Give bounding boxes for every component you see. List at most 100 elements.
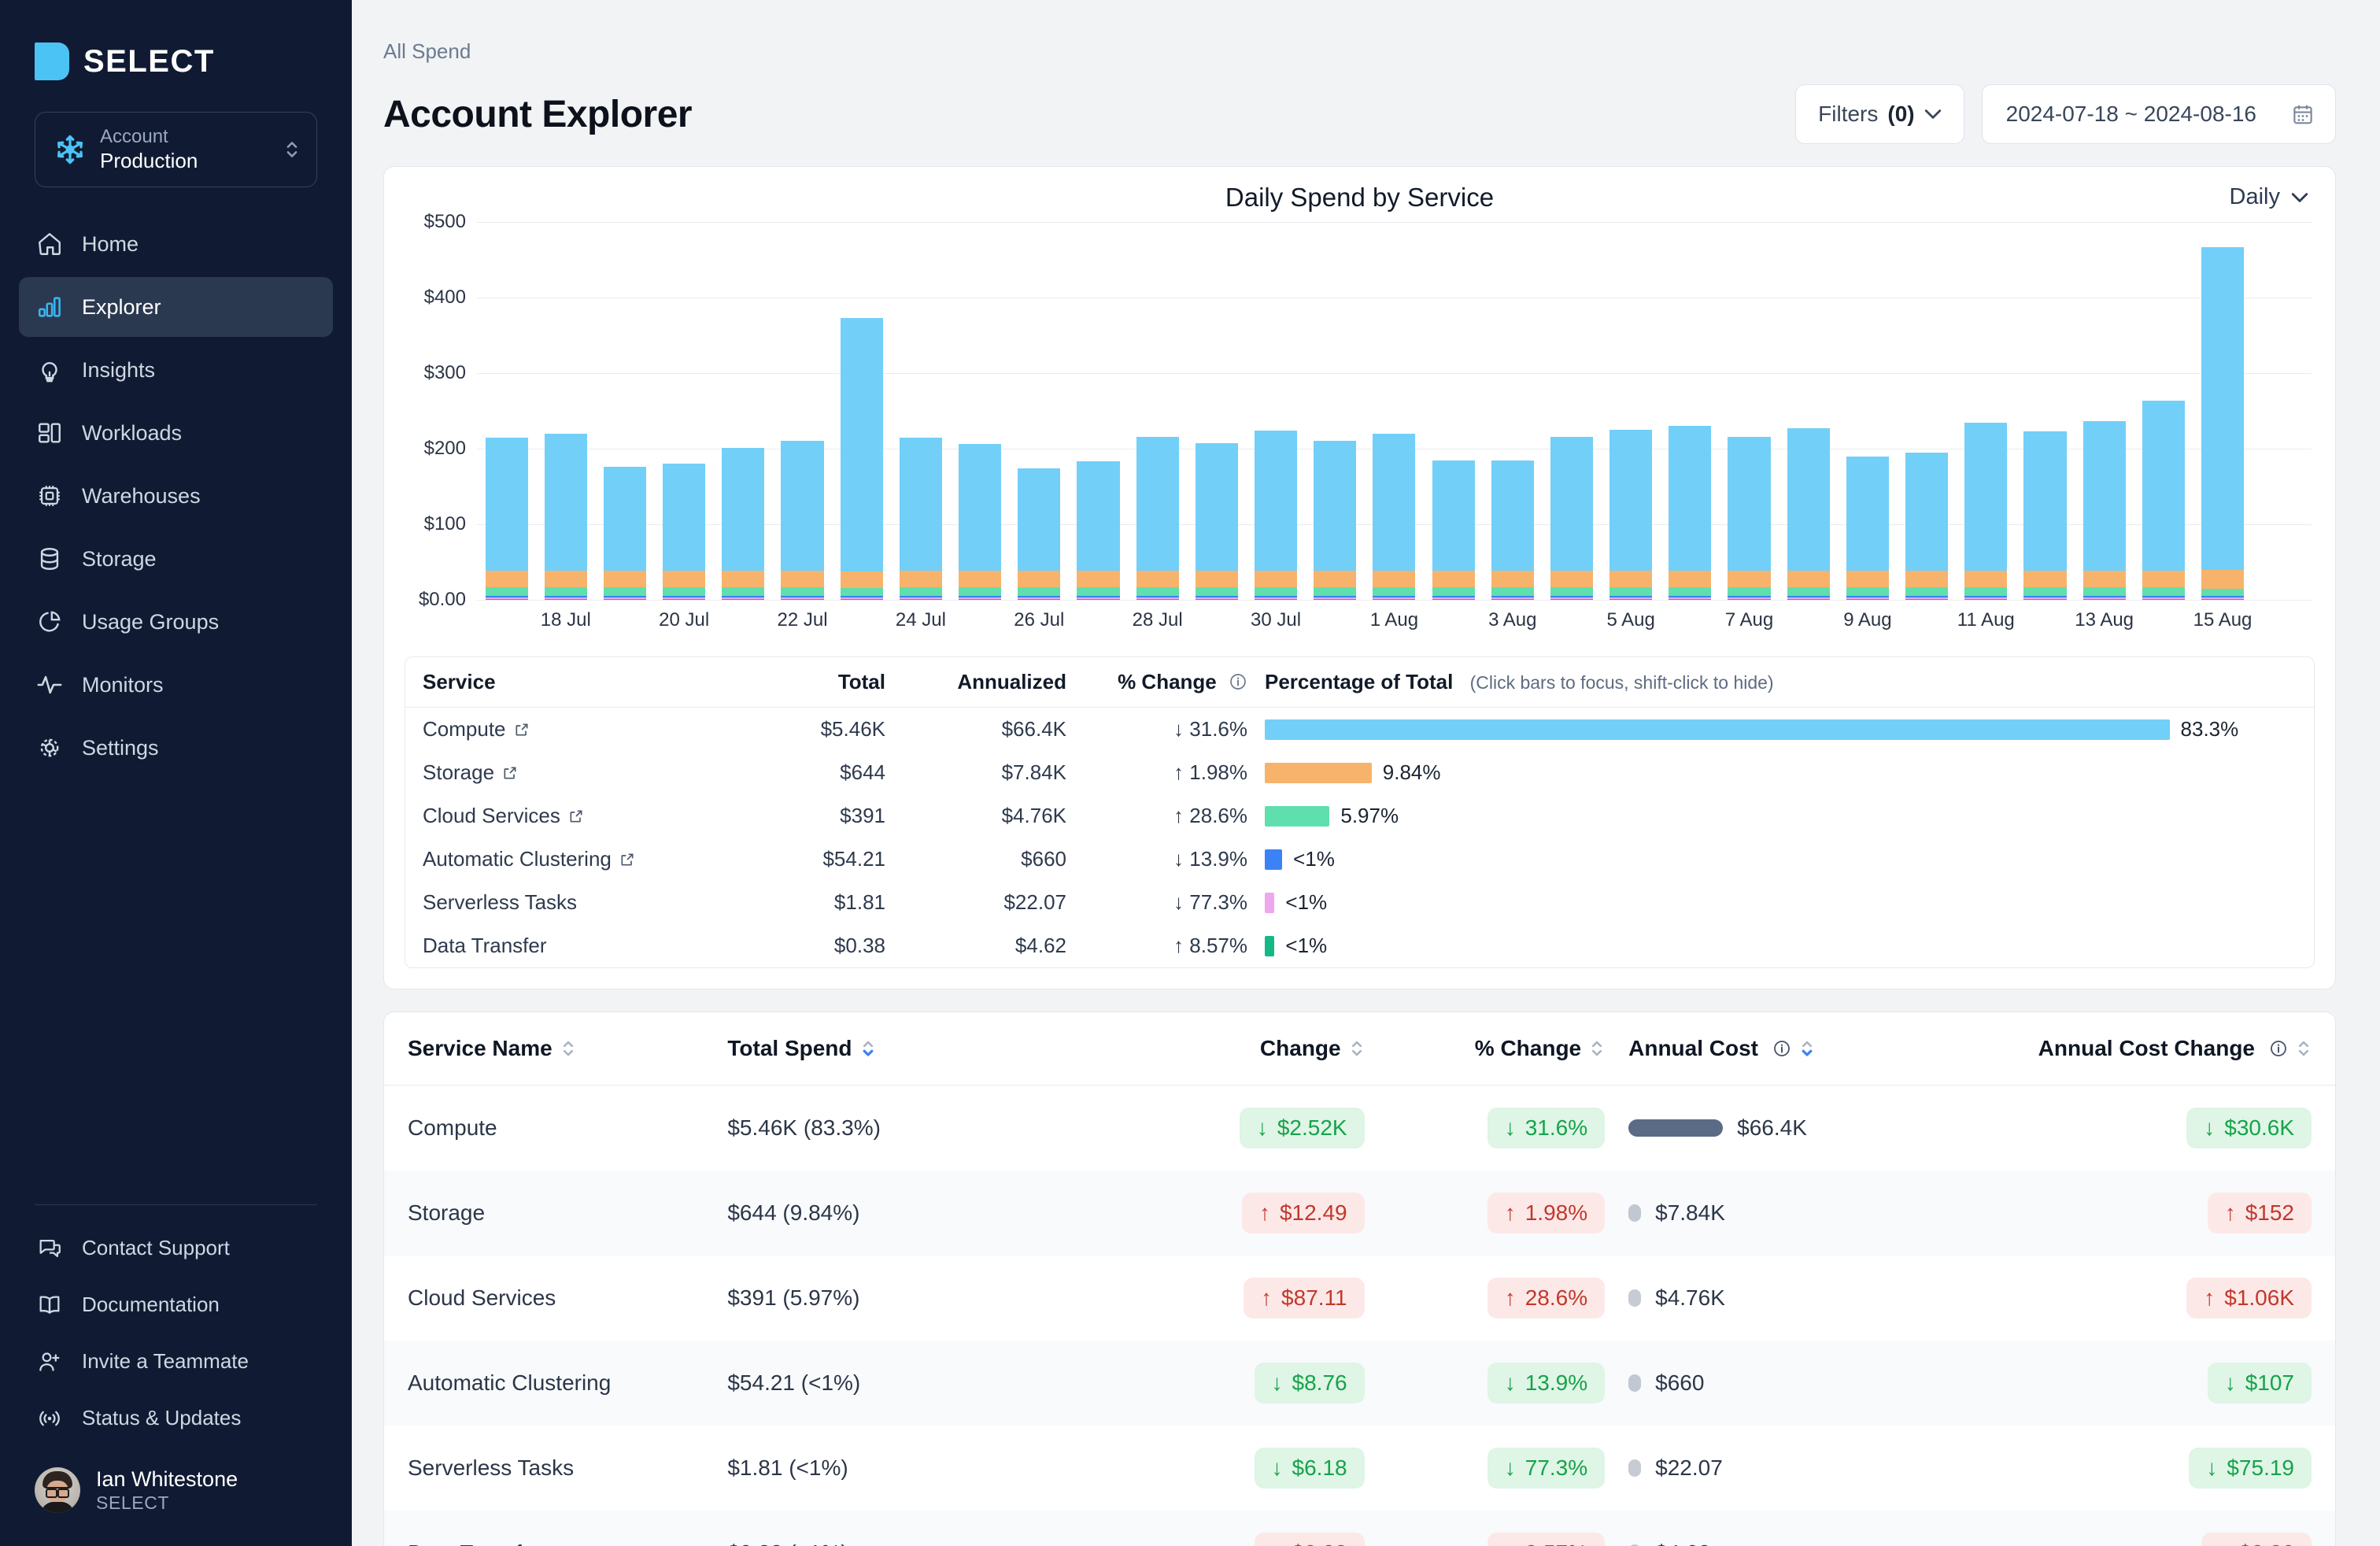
legend-service[interactable]: Cloud Services <box>405 794 720 838</box>
bar-segment-cloud-services[interactable] <box>1314 586 1357 597</box>
bar-segment-cloud-services[interactable] <box>1018 586 1061 597</box>
legend-row[interactable]: Cloud Services $391 $4.76K ↑ 28.6% 5.97% <box>405 794 2314 838</box>
percentage-bar[interactable] <box>1265 805 1330 827</box>
percentage-bar[interactable] <box>1265 762 1372 783</box>
chart-bar[interactable] <box>595 222 654 600</box>
bar-segment-compute[interactable] <box>781 441 824 571</box>
bar-segment-data-transfer[interactable] <box>2201 598 2245 600</box>
bar-segment-cloud-services[interactable] <box>840 587 883 597</box>
bar-segment-data-transfer[interactable] <box>1136 598 1179 600</box>
bar-segment-storage[interactable] <box>1609 571 1653 587</box>
external-link-icon[interactable] <box>619 852 635 867</box>
chart-bar[interactable] <box>2193 222 2252 600</box>
bar-segment-data-transfer[interactable] <box>663 598 706 600</box>
bar-segment-data-transfer[interactable] <box>1846 598 1889 600</box>
sidebar-item-insights[interactable]: Insights <box>19 340 333 400</box>
info-icon[interactable] <box>2269 1039 2288 1058</box>
chart-bar[interactable] <box>2252 222 2312 600</box>
chart-bar[interactable] <box>1957 222 2016 600</box>
bar-segment-compute[interactable] <box>485 437 528 571</box>
chart-bar[interactable] <box>1542 222 1601 600</box>
legend-service[interactable]: Data Transfer <box>405 924 720 967</box>
bar-segment-data-transfer[interactable] <box>781 598 824 600</box>
bar-segment-cloud-services[interactable] <box>1846 586 1889 597</box>
bar-segment-data-transfer[interactable] <box>603 598 647 600</box>
sidebar-item-home[interactable]: Home <box>19 214 333 274</box>
sidebar-item-warehouses[interactable]: Warehouses <box>19 466 333 526</box>
chart-bar[interactable] <box>1424 222 1483 600</box>
bar-segment-compute[interactable] <box>1136 436 1179 571</box>
chart-bar[interactable] <box>1246 222 1305 600</box>
bar-segment-storage[interactable] <box>840 571 883 588</box>
bar-segment-compute[interactable] <box>1018 468 1061 571</box>
legend-service[interactable]: Automatic Clustering <box>405 838 720 881</box>
bar-segment-storage[interactable] <box>544 571 587 587</box>
bar-segment-cloud-services[interactable] <box>1550 586 1594 597</box>
bar-segment-data-transfer[interactable] <box>1432 598 1475 600</box>
chart-bar[interactable] <box>891 222 950 600</box>
sidebar-item-documentation[interactable]: Documentation <box>19 1279 333 1331</box>
bar-segment-compute[interactable] <box>2201 246 2245 571</box>
bar-segment-compute[interactable] <box>959 444 1002 571</box>
percentage-bar[interactable] <box>1265 849 1283 870</box>
bar-segment-storage[interactable] <box>899 571 942 587</box>
bar-segment-cloud-services[interactable] <box>663 586 706 597</box>
bar-segment-storage[interactable] <box>603 571 647 587</box>
bar-segment-compute[interactable] <box>840 317 883 572</box>
bar-segment-storage[interactable] <box>1018 571 1061 587</box>
bar-segment-compute[interactable] <box>2023 431 2067 571</box>
bar-segment-compute[interactable] <box>1432 460 1475 571</box>
user-profile[interactable]: Ian Whitestone SELECT <box>0 1452 352 1546</box>
chart-bar[interactable] <box>1661 222 1720 600</box>
bar-segment-data-transfer[interactable] <box>1254 598 1298 600</box>
bar-segment-cloud-services[interactable] <box>544 586 587 597</box>
legend-service[interactable]: Compute <box>405 708 720 752</box>
bar-segment-cloud-services[interactable] <box>1195 586 1238 597</box>
bar-segment-cloud-services[interactable] <box>1254 586 1298 597</box>
bar-segment-storage[interactable] <box>1432 571 1475 587</box>
bar-segment-compute[interactable] <box>1964 423 2008 571</box>
bar-segment-cloud-services[interactable] <box>2201 588 2245 597</box>
bar-segment-storage[interactable] <box>1254 571 1298 587</box>
sidebar-item-explorer[interactable]: Explorer <box>19 277 333 337</box>
legend-row[interactable]: Storage $644 $7.84K ↑ 1.98% 9.84% <box>405 751 2314 794</box>
bar-segment-compute[interactable] <box>899 437 942 571</box>
chart-bar[interactable] <box>2075 222 2134 600</box>
bar-segment-data-transfer[interactable] <box>1609 598 1653 600</box>
bar-segment-storage[interactable] <box>1905 571 1949 587</box>
col-annual-cost-change[interactable]: Annual Cost Change <box>2038 1012 2335 1086</box>
chart-bar[interactable] <box>773 222 832 600</box>
sidebar-item-invite-teammate[interactable]: Invite a Teammate <box>19 1336 333 1388</box>
bar-segment-cloud-services[interactable] <box>2082 586 2126 597</box>
legend-percentage[interactable]: 9.84% <box>1247 751 2314 794</box>
bar-segment-storage[interactable] <box>1846 571 1889 587</box>
table-row[interactable]: Serverless Tasks $1.81 (<1%) ↓ $6.18 ↓ 77.3% $… <box>384 1426 2335 1511</box>
legend-row[interactable]: Serverless Tasks $1.81 $22.07 ↓ 77.3% <1% <box>405 881 2314 924</box>
table-row[interactable]: Storage $644 (9.84%) ↑ $12.49 ↑ 1.98% $7.84K ↑ $… <box>384 1171 2335 1256</box>
chart-bar[interactable] <box>1069 222 1128 600</box>
bar-segment-data-transfer[interactable] <box>544 598 587 600</box>
chart-plot[interactable] <box>477 222 2312 601</box>
sidebar-item-monitors[interactable]: Monitors <box>19 655 333 715</box>
bar-segment-storage[interactable] <box>1077 571 1120 587</box>
bar-segment-compute[interactable] <box>663 464 706 571</box>
legend-service[interactable]: Serverless Tasks <box>405 881 720 924</box>
bar-segment-data-transfer[interactable] <box>1787 598 1830 600</box>
percentage-bar[interactable] <box>1265 892 1275 913</box>
breadcrumb[interactable]: All Spend <box>383 0 471 64</box>
bar-segment-compute[interactable] <box>1491 460 1534 571</box>
bar-segment-data-transfer[interactable] <box>1195 598 1238 600</box>
percentage-bar[interactable] <box>1265 719 2170 740</box>
table-row[interactable]: Data Transfer$0.38 (<1%) ↑$0.03 ↑8.57% $4.6… <box>384 1511 2335 1546</box>
bar-segment-storage[interactable] <box>485 571 528 587</box>
bar-segment-cloud-services[interactable] <box>485 586 528 597</box>
bar-segment-cloud-services[interactable] <box>2023 586 2067 597</box>
bar-segment-compute[interactable] <box>1254 430 1298 571</box>
col-annual-cost[interactable]: Annual Cost <box>1605 1012 2038 1086</box>
bar-segment-storage[interactable] <box>663 571 706 587</box>
chart-bar[interactable] <box>1010 222 1069 600</box>
external-link-icon[interactable] <box>514 722 530 738</box>
bar-segment-data-transfer[interactable] <box>1550 598 1594 600</box>
bar-segment-compute[interactable] <box>722 447 765 571</box>
bar-segment-cloud-services[interactable] <box>603 586 647 597</box>
